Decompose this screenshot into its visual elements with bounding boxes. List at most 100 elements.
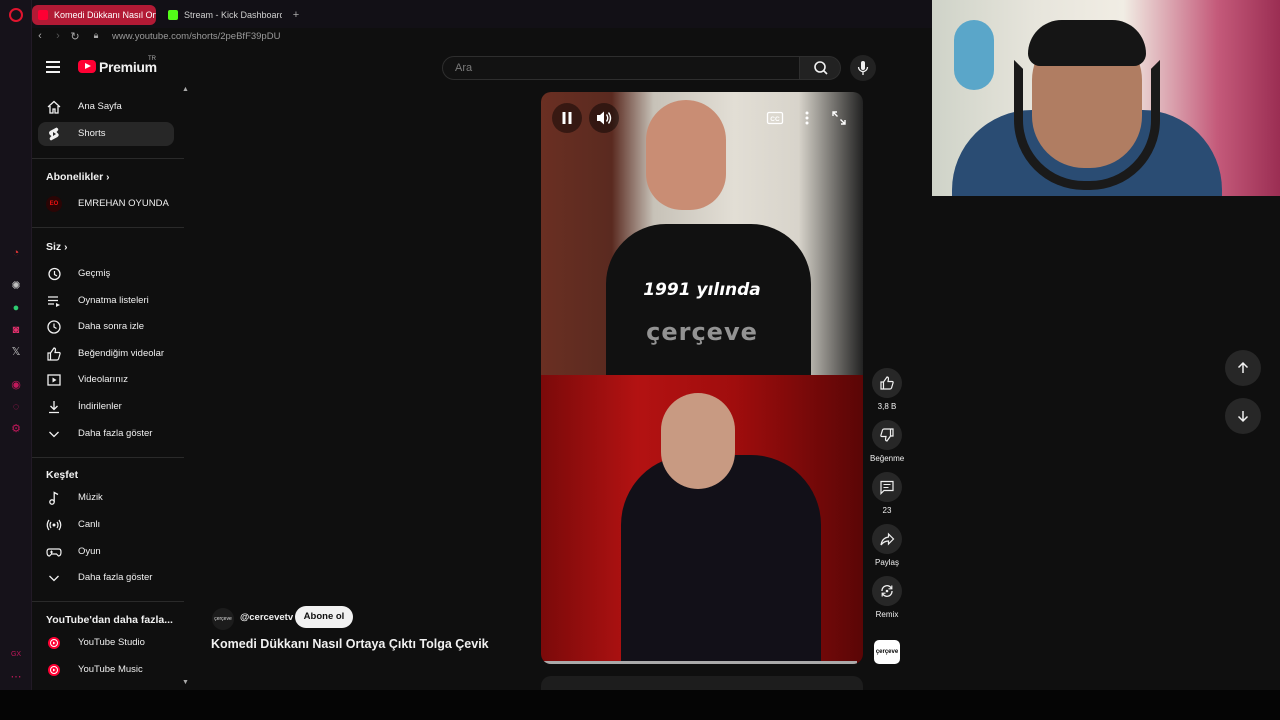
sidebar-item-label: Daha fazla göster [78,428,153,439]
whatsapp-icon[interactable]: ● [9,301,23,315]
search-button[interactable] [799,56,841,80]
share-icon [880,532,895,546]
more-icon[interactable]: ⋯ [9,670,23,684]
chatgpt-icon[interactable]: ✺ [9,279,23,293]
channel-avatar: EO [46,196,62,212]
instagram-icon[interactable]: ◙ [9,323,23,337]
fullscreen-button[interactable] [824,103,854,133]
comment-icon [880,480,894,495]
player-icon[interactable]: ◉ [9,378,23,392]
settings-icon[interactable]: ⚙ [9,422,23,436]
url-field[interactable]: www.youtube.com/shorts/2peBfF39pDU [112,31,280,42]
gx-icon[interactable]: GX [9,648,23,662]
sidebar-item-downloads[interactable]: İndirilenler [38,395,174,419]
sidebar-item-live[interactable]: Canlı [38,513,174,537]
like-action: 3,8 B [870,368,904,411]
sidebar-item-watch-later[interactable]: Daha sonra izle [38,315,174,339]
messages-icon[interactable]: ◌ [9,400,23,414]
sidebar-item-label: YouTube Music [78,664,143,675]
taskbar [0,690,1280,720]
home-icon [47,100,61,114]
sidebar-item-show-more[interactable]: Daha fazla göster [38,422,174,446]
sidebar-item-your-videos[interactable]: Videolarınız [38,368,174,392]
video-progress-bar[interactable] [541,661,857,664]
sidebar-item-gaming[interactable]: Oyun [38,540,174,564]
sidebar-item-show-more[interactable]: Daha fazla göster [38,566,174,590]
sidebar-item-label: Canlı [78,519,101,530]
comments-button[interactable] [872,472,902,502]
sidebar-item-subscription[interactable]: EO EMREHAN OYUNDA [38,192,174,216]
previous-short-button[interactable] [1225,350,1261,386]
subscribe-button[interactable]: Abone ol [295,606,353,628]
divider [32,227,184,228]
opera-logo-icon[interactable] [9,8,23,22]
gaming-icon [46,548,62,557]
sidebar-item-liked-videos[interactable]: Beğendiğim videolar [38,342,174,366]
browser-sidebar: ◔ ✺ ● ◙ 𝕏 ◉ ◌ ⚙ GX ⋯ [0,0,32,690]
thumb-down-icon [880,428,894,442]
shorts-video-player[interactable]: 1991 yılında çerçeve CC [541,92,863,664]
sidebar-item-label: YouTube Studio [78,637,145,648]
sidebar-item-label: Beğendiğim videolar [78,348,165,359]
search-placeholder: Ara [455,62,473,74]
subscriptions-heading[interactable]: Abonelikler › [46,171,109,183]
sidebar-scroll-up-icon[interactable]: ▲ [182,86,189,93]
sidebar-item-label: Geçmiş [78,268,111,279]
tab-title: Komedi Dükkanı Nasıl Ortaya Çıktı Tolga … [54,10,156,20]
aria-icon[interactable]: ◔ [9,246,23,260]
new-tab-button[interactable]: + [289,5,303,25]
sidebar-item-home[interactable]: Ana Sayfa [38,95,174,119]
dislike-button[interactable] [872,420,902,450]
sidebar-item-music[interactable]: Müzik [38,486,174,510]
sidebar-item-playlists[interactable]: Oynatma listeleri [38,289,174,313]
sidebar-item-label: Oynatma listeleri [78,295,149,306]
sidebar-item-history[interactable]: Geçmiş [38,262,174,286]
webcam-background-toy [954,20,994,90]
search-icon [814,61,828,75]
mic-icon [857,61,869,75]
address-bar: ‹ › ↻ 🔒︎ www.youtube.com/shorts/2peBfF39… [32,28,932,48]
video-figure-head [646,100,726,210]
remix-button[interactable] [872,576,902,606]
share-button[interactable] [872,524,902,554]
search-input[interactable]: Ara [442,56,800,80]
like-button[interactable] [872,368,902,398]
video-icon [47,374,61,386]
shorts-icon [49,127,59,141]
sidebar-item-label: Daha fazla göster [78,572,153,583]
chevron-down-icon [49,431,59,438]
youtube-logo-icon[interactable] [78,60,96,73]
back-icon[interactable]: ‹ [34,30,46,42]
divider [32,601,184,602]
video-title[interactable]: Komedi Dükkanı Nasıl Ortaya Çıktı Tolga … [211,637,489,651]
reload-icon[interactable]: ↻ [69,30,81,43]
sidebar-item-youtube-music[interactable]: YouTube Music [38,658,174,682]
voice-search-button[interactable] [850,55,876,81]
channel-avatar[interactable]: çerçeve [212,608,234,630]
x-icon[interactable]: 𝕏 [9,345,23,359]
kick-favicon-icon [168,10,178,20]
tab-kick[interactable]: Stream - Kick Dashboard [162,5,282,25]
captions-button[interactable]: CC [760,103,790,133]
volume-button[interactable] [589,103,619,133]
sidebar-item-youtube-studio[interactable]: YouTube Studio [38,631,174,655]
you-heading[interactable]: Siz › [46,241,67,253]
pause-button[interactable] [552,103,582,133]
divider [32,158,184,159]
channel-handle[interactable]: @cercevetv [240,612,293,623]
sidebar-scroll-down-icon[interactable]: ▼ [182,679,189,686]
forward-icon[interactable]: › [52,30,64,42]
tab-youtube[interactable]: Komedi Dükkanı Nasıl Ortaya Çıktı Tolga … [32,5,156,25]
channel-thumbnail[interactable]: çerçeve [874,640,900,664]
webcam-overlay [932,0,1280,196]
more-options-button[interactable] [792,103,822,133]
next-short-button[interactable] [1225,398,1261,434]
menu-icon[interactable] [46,61,60,73]
more-vert-icon [805,111,809,125]
video-frame-bottom [541,375,863,664]
video-figure [621,455,821,664]
sidebar-item-label: EMREHAN OYUNDA [78,198,169,209]
next-short-preview[interactable] [541,676,863,690]
sidebar-item-shorts[interactable]: Shorts [38,122,174,146]
captions-icon: CC [766,111,784,125]
